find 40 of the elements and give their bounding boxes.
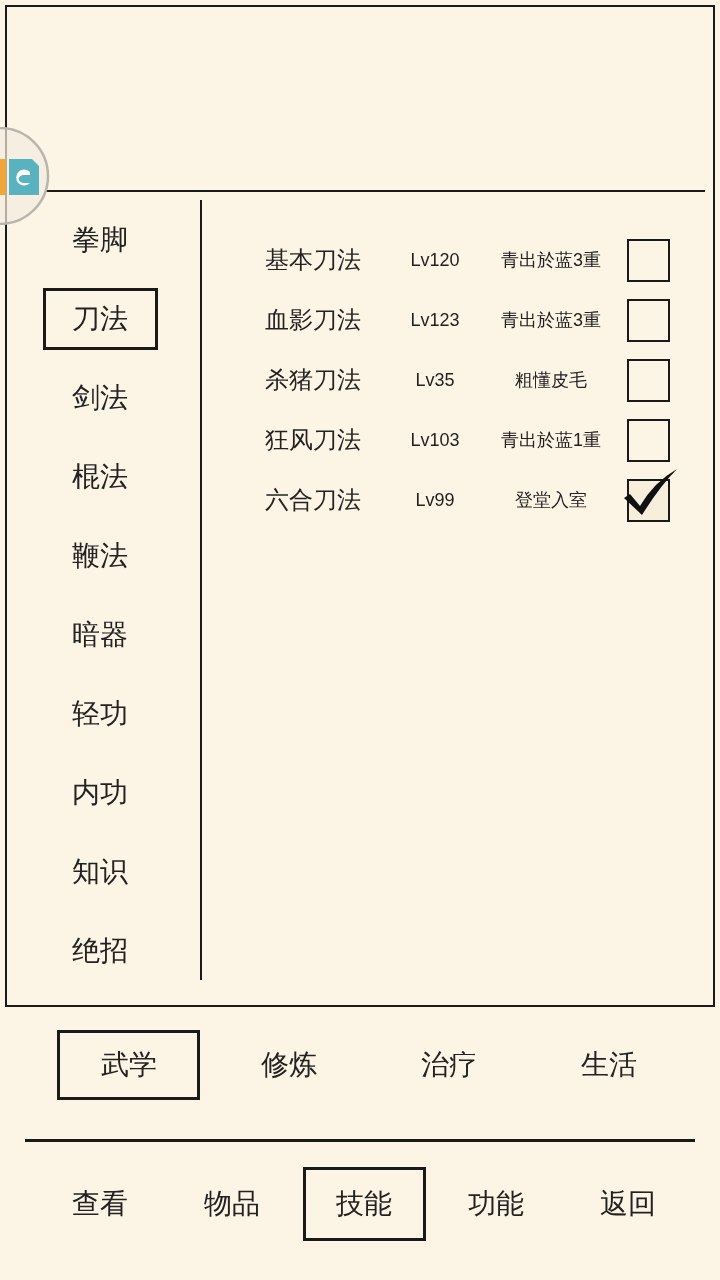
skill-name: 基本刀法 xyxy=(265,248,362,272)
tab[interactable]: 武学 xyxy=(57,1030,200,1100)
category-tab[interactable]: 知识 xyxy=(42,841,158,903)
tab[interactable]: 查看 xyxy=(38,1167,162,1241)
skill-level: Lv120 xyxy=(409,251,461,269)
category-tab[interactable]: 刀法 xyxy=(42,288,158,350)
tab[interactable]: 物品 xyxy=(170,1167,294,1241)
skill-level: Lv99 xyxy=(414,491,456,509)
tab[interactable]: 治疗 xyxy=(377,1030,520,1100)
skill-rank: 登堂入室 xyxy=(514,491,588,509)
skill-name: 血影刀法 xyxy=(265,308,362,332)
skill-name: 杀猪刀法 xyxy=(265,368,362,392)
tab[interactable]: 修炼 xyxy=(217,1030,360,1100)
tab[interactable]: 返回 xyxy=(566,1167,690,1241)
skill-rank: 青出於蓝3重 xyxy=(500,311,602,329)
skill-rank: 青出於蓝1重 xyxy=(500,431,602,449)
category-tab[interactable]: 拳脚 xyxy=(42,209,158,271)
checkbox[interactable] xyxy=(627,298,670,342)
category-tab[interactable]: 轻功 xyxy=(42,683,158,745)
tab[interactable]: 技能 xyxy=(302,1167,426,1241)
category-tab[interactable]: 内功 xyxy=(42,762,158,824)
app-logo-icon xyxy=(0,159,39,195)
category-tab[interactable]: 鞭法 xyxy=(42,525,158,587)
skill-level: Lv35 xyxy=(414,371,456,389)
category-tab[interactable]: 暗器 xyxy=(42,604,158,666)
tab[interactable]: 生活 xyxy=(537,1030,680,1100)
skill-name: 六合刀法 xyxy=(265,488,362,512)
checkbox[interactable] xyxy=(627,358,670,402)
checkbox[interactable] xyxy=(627,238,670,282)
tab[interactable]: 功能 xyxy=(434,1167,558,1241)
skill-level: Lv123 xyxy=(409,311,461,329)
checkbox[interactable] xyxy=(627,418,670,462)
skill-rank: 粗懂皮毛 xyxy=(514,371,588,389)
category-tab[interactable]: 绝招 xyxy=(42,920,158,982)
category-tab[interactable]: 剑法 xyxy=(42,367,158,429)
category-tab[interactable]: 棍法 xyxy=(42,446,158,508)
skill-rank: 青出於蓝3重 xyxy=(500,251,602,269)
skill-name: 狂风刀法 xyxy=(265,428,362,452)
skill-level: Lv103 xyxy=(409,431,461,449)
checkmark-icon xyxy=(622,467,678,516)
